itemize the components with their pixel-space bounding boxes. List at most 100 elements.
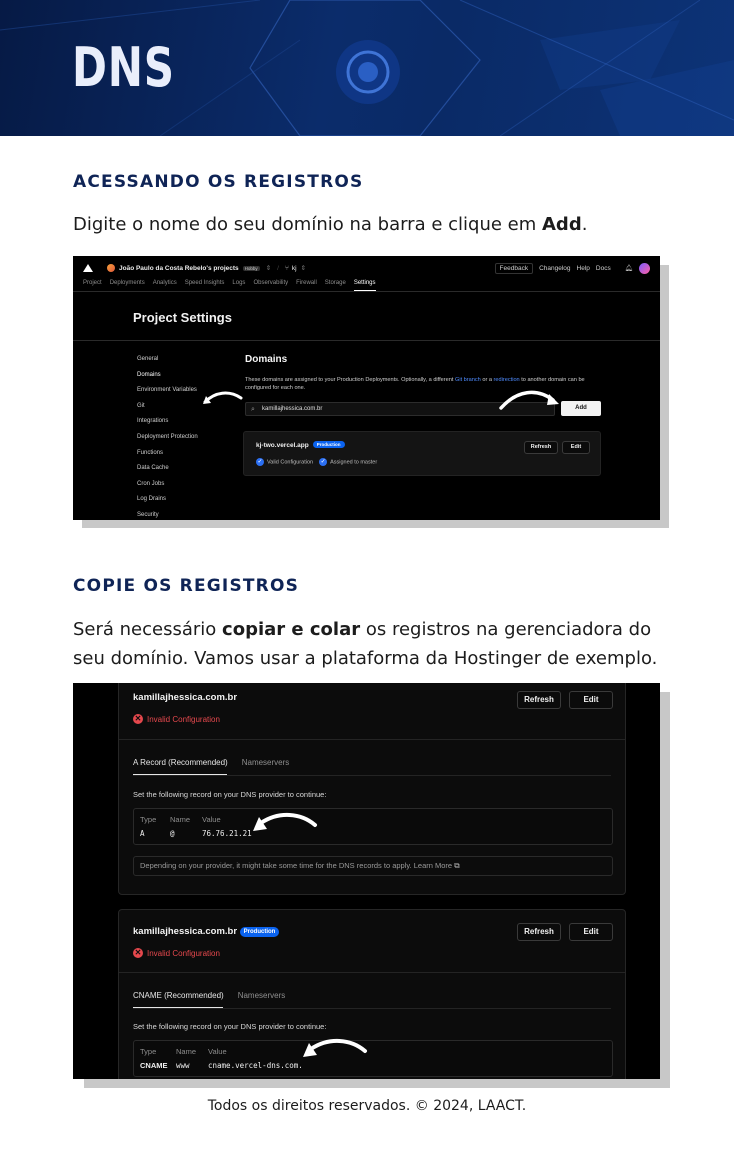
pointer-arrow-icon xyxy=(499,390,559,410)
section1-text: Digite o nome do seu domínio na barra e … xyxy=(73,210,673,239)
branch-icon: ⑂ xyxy=(284,264,289,272)
avatar[interactable] xyxy=(639,262,650,274)
team-avatar xyxy=(107,264,115,272)
settings-sidebar: General Domains Environment Variables Gi… xyxy=(137,356,198,520)
record-value[interactable]: 76.76.21.21 xyxy=(202,829,252,838)
record-type[interactable]: CNAME xyxy=(140,1061,168,1070)
sidebar-item-deployment-protection[interactable]: Deployment Protection xyxy=(137,434,198,450)
top-links: Feedback Changelog Help Docs 🔔︎ xyxy=(494,262,660,274)
domain-host: kamillajhessica.com.br Production xyxy=(133,926,280,937)
sidebar-item-log-drains[interactable]: Log Drains xyxy=(137,496,198,512)
error-icon: ✕ xyxy=(133,948,143,958)
dns-card-a-record: kamillajhessica.com.br ✕ Invalid Configur… xyxy=(118,683,626,895)
sidebar-item-git[interactable]: Git xyxy=(137,403,198,419)
note-text: Depending on your provider, it might tak… xyxy=(140,861,453,870)
docs-link[interactable]: Docs xyxy=(596,265,611,272)
project-tabs: Project Deployments Analytics Speed Insi… xyxy=(73,280,660,292)
sidebar-item-functions[interactable]: Functions xyxy=(137,450,198,466)
tab-project[interactable]: Project xyxy=(83,280,102,291)
tab-settings[interactable]: Settings xyxy=(353,280,376,291)
changelog-link[interactable]: Changelog xyxy=(539,265,570,272)
project-name[interactable]: kj xyxy=(292,265,297,272)
pointer-arrow-icon xyxy=(253,813,317,831)
sidebar-item-data-cache[interactable]: Data Cache xyxy=(137,465,198,481)
tab-logs[interactable]: Logs xyxy=(232,280,245,291)
bell-icon[interactable]: 🔔︎ xyxy=(625,264,633,272)
domains-title: Domains xyxy=(245,354,288,365)
help-link[interactable]: Help xyxy=(577,265,590,272)
git-branch-link[interactable]: Git branch xyxy=(455,377,481,383)
chevron-updown-icon[interactable]: ⇕ xyxy=(266,264,271,272)
refresh-button[interactable]: Refresh xyxy=(517,691,561,709)
text-part: . xyxy=(581,214,588,235)
sidebar-item-environment-variables[interactable]: Environment Variables xyxy=(137,387,198,403)
record-name[interactable]: @ xyxy=(170,829,175,838)
chevron-updown-icon[interactable]: ⇕ xyxy=(301,264,306,272)
production-badge: Production xyxy=(239,927,280,937)
check-icon: ✓ xyxy=(319,458,328,466)
pointer-arrow-icon xyxy=(303,1039,367,1057)
header-banner: DNS xyxy=(0,0,734,136)
column-name: Name xyxy=(170,815,191,824)
divider xyxy=(119,972,625,973)
tab-nameservers[interactable]: Nameservers xyxy=(242,758,290,767)
divider xyxy=(119,739,625,740)
column-name: Name xyxy=(176,1047,197,1056)
dns-card-cname: kamillajhessica.com.br Production ✕ Inval… xyxy=(118,909,626,1079)
column-type: Type xyxy=(140,1047,157,1056)
domain-host: kj-two.vercel.app Production xyxy=(256,441,345,449)
status-invalid-text: Invalid Configuration xyxy=(147,948,220,958)
redirection-link[interactable]: redirection xyxy=(494,377,520,383)
record-name[interactable]: www xyxy=(176,1061,190,1070)
status-invalid-text: Invalid Configuration xyxy=(147,714,220,724)
domain-card: kj-two.vercel.app Production ✓ Valid Confi… xyxy=(243,431,601,476)
tab-a-record[interactable]: A Record (Recommended) xyxy=(133,758,228,767)
slash-separator: / xyxy=(277,264,279,272)
domain-host-text: kamillajhessica.com.br xyxy=(133,926,238,937)
tab-observability[interactable]: Observability xyxy=(253,280,288,291)
feedback-button[interactable]: Feedback xyxy=(494,262,534,274)
domain-host-text[interactable]: kj-two.vercel.app xyxy=(256,442,309,449)
search-icon: ⌕ xyxy=(251,406,255,413)
tab-speed-insights[interactable]: Speed Insights xyxy=(185,280,225,291)
edit-button[interactable]: Edit xyxy=(562,441,590,454)
topbar: João Paulo da Costa Rebelo's projects Ho… xyxy=(73,256,660,280)
tab-analytics[interactable]: Analytics xyxy=(153,280,177,291)
edit-button[interactable]: Edit xyxy=(569,691,613,709)
page-title: Project Settings xyxy=(133,310,232,325)
status-invalid: ✕ Invalid Configuration xyxy=(133,948,220,958)
tab-nameservers[interactable]: Nameservers xyxy=(238,991,286,1000)
text-part: Será necessário xyxy=(73,619,223,640)
external-link-icon[interactable]: ⧉ xyxy=(454,861,459,870)
screenshot-vercel-domains: João Paulo da Costa Rebelo's projects Ho… xyxy=(73,256,660,520)
sidebar-item-integrations[interactable]: Integrations xyxy=(137,418,198,434)
record-value[interactable]: cname.vercel-dns.com. xyxy=(208,1061,303,1070)
status-valid-text: Valid Configuration xyxy=(267,459,314,466)
status-invalid: ✕ Invalid Configuration xyxy=(133,714,220,724)
divider xyxy=(73,340,660,341)
banner-title: DNS xyxy=(72,36,175,99)
tab-storage[interactable]: Storage xyxy=(325,280,346,291)
tab-cname[interactable]: CNAME (Recommended) xyxy=(133,991,224,1000)
tab-firewall[interactable]: Firewall xyxy=(296,280,317,291)
sidebar-item-security[interactable]: Security xyxy=(137,512,198,520)
team-name[interactable]: João Paulo da Costa Rebelo's projects xyxy=(119,265,239,272)
refresh-button[interactable]: Refresh xyxy=(524,441,558,454)
add-button[interactable]: Add xyxy=(561,401,601,416)
dns-record-table: Type Name Value CNAME www cname.vercel-d… xyxy=(133,1040,613,1077)
record-tabs: CNAME (Recommended) Nameservers xyxy=(133,991,285,1000)
column-type: Type xyxy=(140,815,157,824)
sidebar-item-cron-jobs[interactable]: Cron Jobs xyxy=(137,481,198,497)
section-heading-copy: COPIE OS REGISTROS xyxy=(73,576,300,596)
domain-input-value: kamillajhessica.com.br xyxy=(262,406,323,412)
status-assigned-text: Assigned to master xyxy=(330,459,378,466)
edit-button[interactable]: Edit xyxy=(569,923,613,941)
dns-record-table: Type Name Value A @ 76.76.21.21 xyxy=(133,808,613,845)
tab-deployments[interactable]: Deployments xyxy=(110,280,145,291)
text-part: Digite o nome do seu domínio na barra e … xyxy=(73,214,542,235)
sidebar-item-general[interactable]: General xyxy=(137,356,198,372)
refresh-button[interactable]: Refresh xyxy=(517,923,561,941)
record-instruction: Set the following record on your DNS pro… xyxy=(133,790,327,799)
sidebar-item-domains[interactable]: Domains xyxy=(137,372,198,388)
record-type[interactable]: A xyxy=(140,829,145,838)
